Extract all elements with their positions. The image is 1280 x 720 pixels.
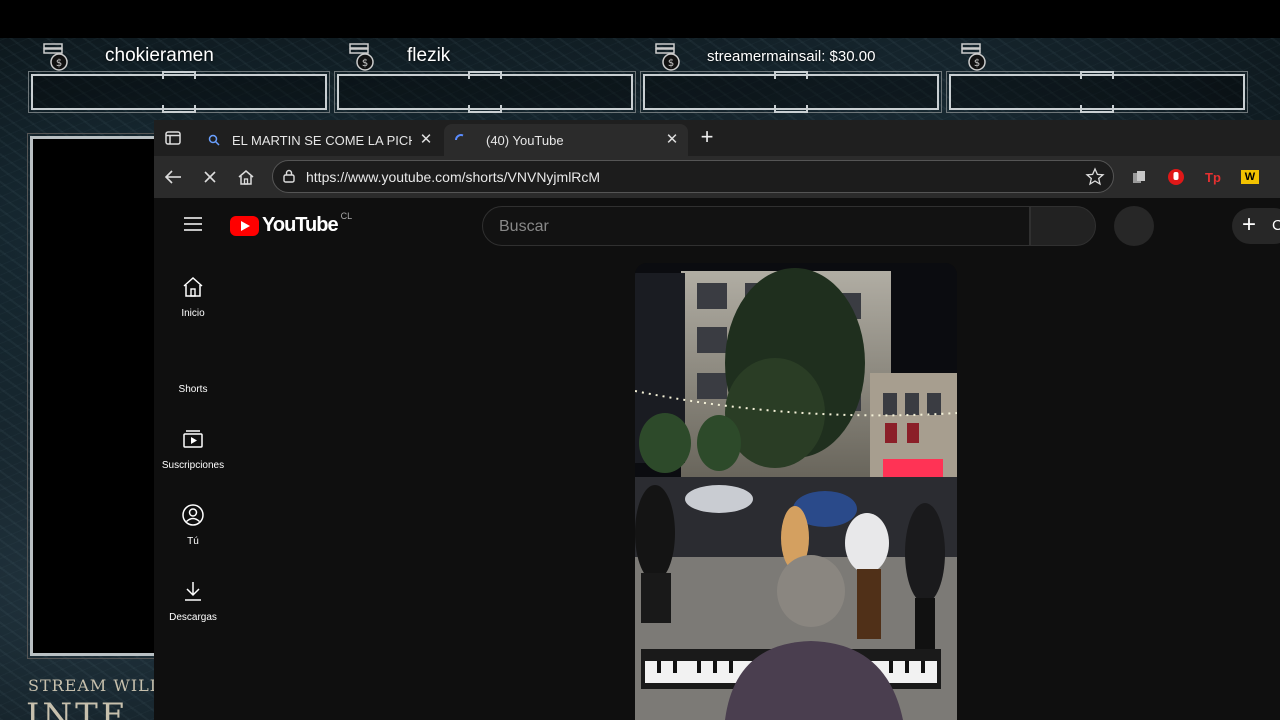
search-button[interactable] [1030, 206, 1096, 246]
donor-box: $ flezik [334, 40, 636, 113]
sidebar-item-descargas[interactable]: Descargas [154, 578, 232, 623]
sidebar-item-suscripciones[interactable]: Suscripciones [154, 426, 232, 471]
stream-big-text: INTE [26, 696, 129, 720]
donor-name: flezik [407, 45, 451, 66]
stop-loading-button[interactable] [198, 165, 222, 189]
webcam-frame [27, 133, 163, 659]
home-button[interactable] [234, 165, 258, 189]
sidebar-item-tu[interactable]: Tú [154, 502, 232, 547]
create-label: C [1272, 217, 1280, 234]
donor-name: streamermainsail: $30.00 [707, 48, 876, 65]
donor-name: chokieramen [105, 45, 214, 66]
menu-button[interactable] [182, 216, 204, 237]
svg-text:$: $ [668, 58, 674, 69]
youtube-play-icon [230, 215, 259, 236]
coin-icon: $ [655, 43, 680, 71]
sidebar-item-label: Inicio [181, 308, 205, 319]
tab-close-button[interactable]: ✕ [664, 132, 680, 148]
hand-icon [1168, 169, 1184, 185]
back-button[interactable] [161, 165, 185, 189]
sidebar-item-label: Tú [187, 536, 199, 547]
logo-text: YouTube [262, 214, 339, 236]
tp-icon: Tp [1205, 169, 1221, 185]
sidebar-item-label: Suscripciones [161, 460, 225, 471]
bookmark-star-icon[interactable] [1085, 167, 1105, 187]
sidebar-item-label: Shorts [178, 384, 208, 395]
extension-w-button[interactable]: W [1240, 167, 1260, 187]
screen: { "overlay": { "donors": [ {"name": "cho… [0, 0, 1280, 720]
url-text: https://www.youtube.com/shorts/VNVNyjmlR… [306, 169, 601, 185]
svg-text:$: $ [56, 58, 62, 69]
youtube-page: YouTube CL Buscar + C Inicio Shorts Susc… [154, 198, 1280, 720]
copy-icon [1133, 171, 1145, 183]
search-input[interactable]: Buscar [482, 206, 1030, 246]
donor-frame [28, 71, 330, 113]
plus-icon: + [1242, 211, 1257, 238]
coin-icon: $ [349, 43, 374, 71]
lock-icon [283, 169, 295, 183]
stream-notice-text: STREAM WILL [28, 676, 162, 695]
address-bar[interactable]: https://www.youtube.com/shorts/VNVNyjmlR… [272, 160, 1114, 193]
svg-text:$: $ [974, 58, 980, 69]
loading-icon [455, 134, 464, 141]
home-icon [238, 170, 254, 185]
extension-copy-button[interactable] [1129, 167, 1149, 187]
extension-hand-button[interactable] [1166, 167, 1186, 187]
short-video-frame [635, 263, 957, 720]
home-icon [183, 276, 203, 297]
search-icon [208, 134, 220, 146]
donor-frame [946, 71, 1248, 113]
donor-box: $ chokieramen [28, 40, 330, 113]
coin-icon: $ [43, 43, 68, 71]
download-icon [185, 582, 201, 601]
tab-search-result[interactable]: EL MARTIN SE COME LA PICHULA ✕ [198, 124, 442, 156]
coin-icon: $ [961, 43, 986, 71]
new-tab-button[interactable]: + [696, 126, 718, 149]
youtube-logo[interactable]: YouTube CL [230, 210, 353, 237]
sidebar-item-label: Descargas [169, 612, 217, 623]
sidebar-item-shorts[interactable]: Shorts [154, 350, 232, 395]
svg-text:$: $ [362, 58, 368, 69]
tab-actions-icon [165, 131, 181, 145]
tab-title: (40) YouTube [486, 132, 564, 148]
voice-search-button[interactable] [1114, 206, 1154, 246]
shorts-icon [181, 351, 205, 375]
tab-youtube[interactable]: (40) YouTube ✕ [444, 124, 688, 156]
donor-box: $ [946, 40, 1248, 113]
tab-actions-button[interactable] [160, 126, 186, 150]
extension-tp-button[interactable]: Tp [1203, 167, 1223, 187]
sidebar-item-inicio[interactable]: Inicio [154, 274, 232, 319]
donor-box: $ streamermainsail: $30.00 [640, 40, 942, 113]
browser-toolbar: https://www.youtube.com/shorts/VNVNyjmlR… [154, 156, 1280, 198]
tab-bar: EL MARTIN SE COME LA PICHULA ✕ (40) YouT… [154, 120, 1280, 156]
short-video-player[interactable] [635, 263, 957, 720]
subscriptions-icon [183, 430, 203, 448]
create-button[interactable]: + C [1232, 208, 1280, 244]
donor-frame [334, 71, 636, 113]
back-arrow-icon [164, 170, 181, 184]
w-icon: W [1241, 170, 1259, 184]
donor-frame [640, 71, 942, 113]
user-icon [182, 504, 204, 526]
tab-title: EL MARTIN SE COME LA PICHULA [232, 132, 412, 148]
region-code: CL [340, 210, 353, 221]
browser-window: EL MARTIN SE COME LA PICHULA ✕ (40) YouT… [154, 120, 1280, 720]
search-placeholder: Buscar [499, 218, 549, 235]
tab-close-button[interactable]: ✕ [418, 132, 434, 148]
hamburger-icon [184, 217, 202, 231]
close-icon [204, 171, 216, 183]
